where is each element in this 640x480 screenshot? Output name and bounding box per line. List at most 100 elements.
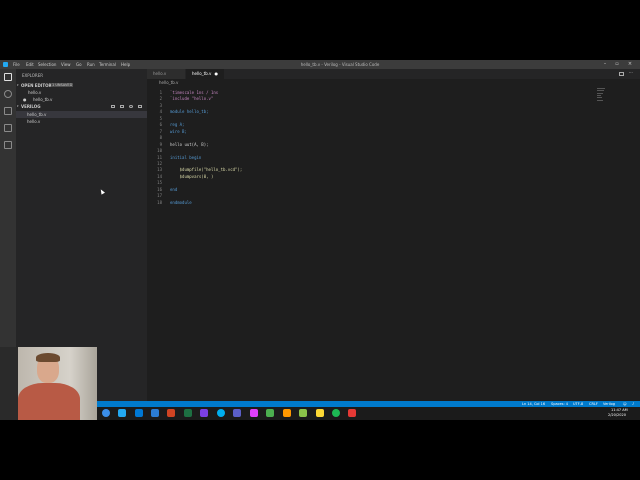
line-number: 13	[157, 167, 162, 173]
line-number: 14	[157, 173, 162, 179]
split-editor-icon[interactable]	[619, 72, 624, 76]
breadcrumb: hello_tb.v	[147, 79, 640, 86]
indentation[interactable]: Spaces: 4	[551, 402, 568, 406]
app-icon[interactable]	[299, 409, 307, 417]
file-item[interactable]: hello_tb.v	[27, 112, 46, 117]
line-number: 3	[159, 102, 162, 108]
minimize-button[interactable]: –	[600, 61, 610, 68]
powerpoint-icon[interactable]	[167, 409, 175, 417]
encoding[interactable]: UTF-8	[573, 402, 583, 406]
breadcrumb-file[interactable]: hello_tb.v	[159, 80, 178, 85]
title-bar: File Edit Selection View Go Run Terminal…	[0, 60, 640, 69]
code-line[interactable]: `include "hello.v"	[170, 96, 213, 101]
new-folder-icon[interactable]	[120, 105, 124, 108]
file-item[interactable]: hello.v	[27, 119, 40, 124]
code-line[interactable]: reg A;	[170, 122, 184, 127]
app-icon[interactable]	[348, 409, 356, 417]
menu-terminal[interactable]: Terminal	[99, 62, 116, 67]
code-line[interactable]: `timescale 1ns / 1ns	[170, 90, 218, 95]
source-control-icon[interactable]	[4, 107, 12, 115]
menu-selection[interactable]: Selection	[38, 62, 56, 67]
code-line[interactable]: module hello_tb;	[170, 109, 209, 114]
line-number: 5	[159, 115, 162, 121]
line-number: 15	[157, 180, 162, 186]
line-number: 10	[157, 148, 162, 154]
onenote-icon[interactable]	[200, 409, 208, 417]
outlook-icon[interactable]	[135, 409, 143, 417]
open-editor-item[interactable]: hello.v	[28, 90, 41, 95]
unsaved-dot-icon[interactable]: ●	[23, 97, 27, 102]
line-number: 8	[159, 135, 162, 141]
app-icon[interactable]	[266, 409, 274, 417]
open-editors-section[interactable]: OPEN EDITORS	[21, 83, 54, 88]
more-actions-icon[interactable]: ···	[629, 70, 633, 75]
minimap[interactable]	[597, 88, 609, 102]
excel-icon[interactable]	[184, 409, 192, 417]
notifications-icon[interactable]: ♪	[632, 402, 634, 406]
code-line[interactable]: wire B;	[170, 129, 187, 134]
explorer-icon[interactable]	[4, 73, 12, 81]
line-ending[interactable]: CRLF	[589, 402, 598, 406]
code-line[interactable]: initial begin	[170, 155, 201, 160]
app-icon[interactable]	[316, 409, 324, 417]
feedback-icon[interactable]: ☺	[623, 402, 627, 406]
maximize-button[interactable]: ▫	[612, 61, 622, 68]
menu-edit[interactable]: Edit	[26, 62, 34, 67]
run-debug-icon[interactable]	[4, 124, 12, 132]
menu-go[interactable]: Go	[76, 62, 82, 67]
tab-label: hello_tb.v	[192, 71, 212, 76]
close-button[interactable]: ×	[625, 61, 635, 68]
code-editor[interactable]: 1 `timescale 1ns / 1ns 2 `include "hello.v"…	[147, 86, 640, 401]
tab-label: hello.v	[153, 71, 167, 76]
code-line[interactable]: hello uut(A, B);	[170, 142, 209, 147]
search-icon[interactable]	[4, 90, 12, 98]
line-number: 1	[159, 90, 162, 95]
unsaved-dot-icon[interactable]: ●	[215, 69, 219, 79]
folder-section[interactable]: VERILOG	[21, 104, 41, 109]
line-number: 16	[157, 186, 162, 192]
spotify-icon[interactable]	[332, 409, 340, 417]
code-line[interactable]: $dumpvars(0, )	[170, 174, 214, 179]
collapse-all-icon[interactable]	[138, 105, 142, 108]
refresh-icon[interactable]	[129, 105, 133, 108]
line-number: 4	[159, 109, 162, 115]
app-icon[interactable]	[250, 409, 258, 417]
open-editor-item[interactable]: hello_tb.v	[33, 97, 52, 102]
line-number: 17	[157, 193, 162, 199]
word-icon[interactable]	[151, 409, 159, 417]
code-line[interactable]: $dumpfile("hello_tb.vcd");	[170, 167, 243, 172]
line-number: 11	[157, 154, 162, 160]
code-line[interactable]: end	[170, 187, 177, 192]
taskbar-clock[interactable]: 11:47 AM	[611, 408, 628, 412]
line-number: 18	[157, 199, 162, 205]
vscode-taskbar-icon[interactable]	[118, 409, 126, 417]
line-number: 12	[157, 160, 162, 166]
taskbar-date[interactable]: 2/20/2020	[608, 413, 626, 417]
skype-icon[interactable]	[217, 409, 225, 417]
cursor-position[interactable]: Ln 14, Col 16	[522, 402, 545, 406]
teams-icon[interactable]	[233, 409, 241, 417]
tab-hello-v[interactable]: hello.v	[147, 69, 185, 79]
screen: File Edit Selection View Go Run Terminal…	[0, 60, 640, 420]
chevron-down-icon[interactable]: ▾	[17, 83, 19, 87]
vscode-logo-icon	[3, 62, 8, 67]
window-title: hello_tb.v - Verilog - Visual Studio Cod…	[300, 62, 380, 67]
extensions-icon[interactable]	[4, 141, 12, 149]
explorer-header: EXPLORER	[22, 73, 43, 78]
code-line[interactable]: endmodule	[170, 200, 192, 205]
menu-file[interactable]: File	[13, 62, 20, 67]
tab-hello-tb-v[interactable]: hello_tb.v ●	[186, 69, 224, 79]
menu-help[interactable]: Help	[121, 62, 130, 67]
line-number: 9	[159, 141, 162, 147]
language-mode[interactable]: Verilog	[603, 402, 615, 406]
menu-view[interactable]: View	[61, 62, 71, 67]
chrome-icon[interactable]	[102, 409, 110, 417]
editor-tabs: hello.v hello_tb.v ● ···	[147, 69, 640, 79]
chevron-down-icon[interactable]: ▾	[17, 104, 19, 108]
webcam-overlay	[0, 347, 97, 420]
unsaved-badge: 1 UNSAVED	[51, 83, 74, 87]
app-icon[interactable]	[283, 409, 291, 417]
line-number: 6	[159, 122, 162, 128]
menu-run[interactable]: Run	[87, 62, 95, 67]
new-file-icon[interactable]	[111, 105, 115, 108]
